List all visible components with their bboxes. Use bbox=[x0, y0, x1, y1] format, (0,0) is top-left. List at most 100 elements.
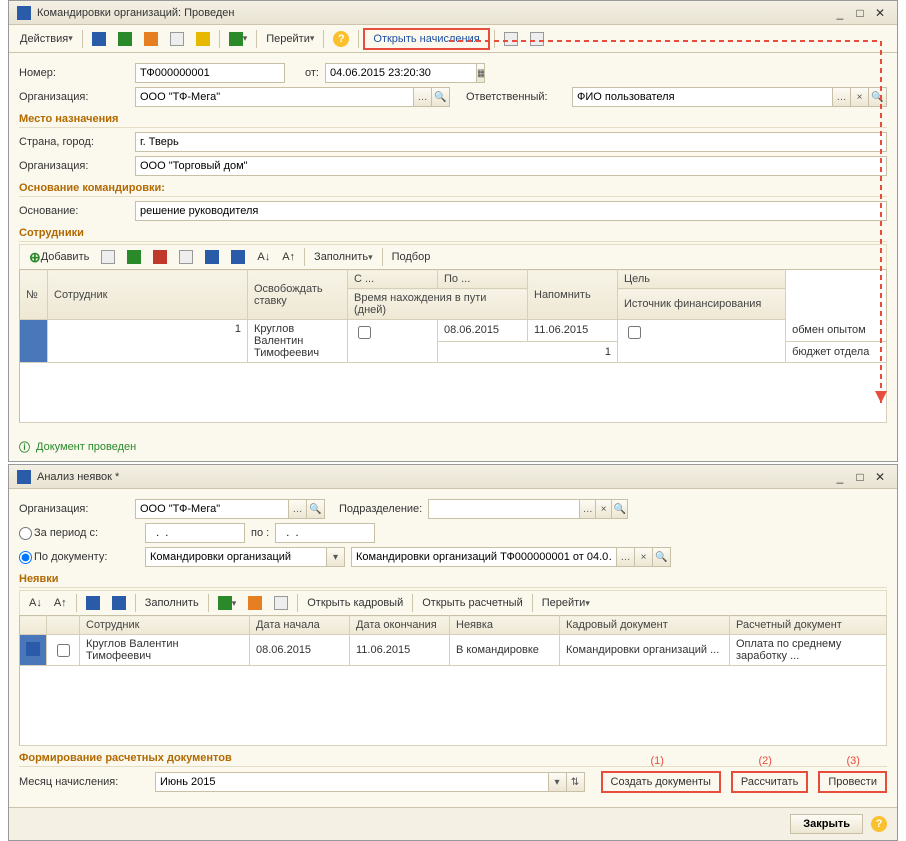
dept-clear-icon[interactable]: × bbox=[595, 500, 611, 518]
date-input[interactable] bbox=[326, 64, 476, 82]
org-ellipsis-icon-2[interactable]: … bbox=[288, 500, 306, 518]
abs-cell-from: 08.06.2015 bbox=[250, 635, 350, 666]
number-input[interactable] bbox=[136, 64, 285, 82]
period-from-input[interactable] bbox=[146, 524, 245, 542]
abs-icon-4[interactable] bbox=[243, 594, 267, 612]
toolbar-icon-6[interactable] bbox=[224, 29, 253, 49]
toolbar-icon-5[interactable] bbox=[191, 29, 215, 49]
col-goal: Цель bbox=[618, 270, 786, 289]
toolbar-icon-8[interactable] bbox=[525, 29, 549, 49]
recalc-button[interactable]: Рассчитать bbox=[731, 771, 808, 793]
org-search-icon-2[interactable]: 🔍 bbox=[306, 500, 324, 518]
create-docs-button[interactable]: Создать документы bbox=[601, 771, 721, 793]
month-dropdown-icon[interactable]: ▾ bbox=[548, 773, 566, 791]
dept-search-icon[interactable]: 🔍 bbox=[611, 500, 627, 518]
minimize-button-2[interactable]: _ bbox=[831, 469, 849, 485]
doc-type-dropdown-icon[interactable]: ▾ bbox=[326, 548, 344, 566]
month-input[interactable] bbox=[156, 773, 548, 791]
minimize-button[interactable]: _ bbox=[831, 5, 849, 21]
bydoc-radio-label: По документу: bbox=[34, 551, 107, 563]
maximize-button[interactable]: □ bbox=[851, 5, 869, 21]
absences-grid[interactable]: Сотрудник Дата начала Дата окончания Нея… bbox=[19, 615, 887, 746]
toolbar-icon-7[interactable] bbox=[499, 29, 523, 49]
grid-icon-6[interactable] bbox=[226, 248, 250, 266]
close-button[interactable]: ✕ bbox=[871, 5, 889, 21]
period-to-input[interactable] bbox=[276, 524, 375, 542]
city-input[interactable] bbox=[136, 133, 886, 151]
col-release: Освобождать ставку bbox=[248, 270, 348, 320]
destination-section-title: Место назначения bbox=[19, 113, 887, 128]
grid-icon-5[interactable] bbox=[200, 248, 224, 266]
date-picker-icon[interactable]: ▦ bbox=[476, 64, 485, 82]
grid-icon-2[interactable] bbox=[122, 248, 146, 266]
release-checkbox[interactable] bbox=[358, 326, 371, 339]
maximize-button-2[interactable]: □ bbox=[851, 469, 869, 485]
period-radio[interactable] bbox=[19, 527, 32, 540]
doc-ref-clear-icon[interactable]: × bbox=[634, 548, 652, 566]
open-pay-button[interactable]: Открыть расчетный bbox=[417, 594, 528, 612]
help-icon-2[interactable]: ? bbox=[871, 816, 887, 832]
month-label: Месяц начисления: bbox=[19, 776, 149, 788]
toolbar-icon-2[interactable] bbox=[113, 29, 137, 49]
abs-table-row[interactable]: Круглов Валентин Тимофеевич 08.06.2015 1… bbox=[20, 635, 887, 666]
resp-clear-icon[interactable]: × bbox=[850, 88, 868, 106]
month-spin-icon[interactable]: ⇅ bbox=[566, 773, 584, 791]
dest-org-input[interactable] bbox=[136, 157, 886, 175]
abs-icon-3[interactable] bbox=[213, 594, 242, 612]
abs-filter-icon-1[interactable] bbox=[81, 594, 105, 612]
org-search-icon[interactable]: 🔍 bbox=[431, 88, 449, 106]
org-input[interactable] bbox=[136, 88, 413, 106]
abs-cell-emp: Круглов Валентин Тимофеевич bbox=[80, 635, 250, 666]
toolbar-icon-4[interactable] bbox=[165, 29, 189, 49]
abs-row-checkbox[interactable] bbox=[57, 644, 70, 657]
grid-sort-up-icon[interactable]: A↓ bbox=[252, 248, 275, 266]
annotation-3: (3) bbox=[847, 755, 860, 767]
abs-col-from: Дата начала bbox=[250, 616, 350, 635]
titlebar-2: Анализ неявок * _ □ ✕ bbox=[9, 465, 897, 489]
dept-ellipsis-icon[interactable]: … bbox=[579, 500, 595, 518]
add-button[interactable]: ⊕Добавить bbox=[24, 248, 94, 266]
dept-input[interactable] bbox=[429, 500, 579, 518]
employees-section-title: Сотрудники bbox=[19, 227, 887, 242]
bydoc-radio[interactable] bbox=[19, 551, 32, 564]
abs-goto-menu[interactable]: Перейти bbox=[537, 594, 595, 612]
abs-sort-icon-2[interactable]: A↑ bbox=[49, 594, 72, 612]
table-row[interactable]: 1 Круглов Валентин Тимофеевич 08.06.2015… bbox=[20, 320, 887, 342]
resp-input[interactable] bbox=[573, 88, 832, 106]
help-icon[interactable]: ? bbox=[328, 29, 354, 49]
city-label: Страна, город: bbox=[19, 136, 129, 148]
doc-type-input[interactable] bbox=[146, 548, 326, 566]
close-window-button[interactable]: Закрыть bbox=[790, 814, 863, 834]
abs-icon-5[interactable] bbox=[269, 594, 293, 612]
grid-icon-3[interactable] bbox=[148, 248, 172, 266]
remind-checkbox[interactable] bbox=[628, 326, 641, 339]
doc-ref-search-icon[interactable]: 🔍 bbox=[652, 548, 670, 566]
close-button-2[interactable]: ✕ bbox=[871, 469, 889, 485]
doc-ref-ellipsis-icon[interactable]: … bbox=[616, 548, 634, 566]
goto-menu[interactable]: Перейти bbox=[261, 29, 319, 49]
toolbar-icon-3[interactable] bbox=[139, 29, 163, 49]
basis-input[interactable] bbox=[136, 202, 886, 220]
annotation-1: (1) bbox=[651, 755, 664, 767]
abs-sort-icon-1[interactable]: A↓ bbox=[24, 594, 47, 612]
grid-icon-1[interactable] bbox=[96, 248, 120, 266]
abs-fill-button[interactable]: Заполнить bbox=[140, 594, 204, 612]
toolbar-icon-1[interactable] bbox=[87, 29, 111, 49]
open-calc-button[interactable]: Открыть начисления bbox=[363, 28, 489, 50]
grid-sort-down-icon[interactable]: A↑ bbox=[277, 248, 300, 266]
org-ellipsis-icon[interactable]: … bbox=[413, 88, 431, 106]
pick-button[interactable]: Подбор bbox=[387, 248, 436, 266]
fill-button[interactable]: Заполнить bbox=[309, 248, 378, 266]
actions-menu[interactable]: Действия bbox=[15, 29, 78, 49]
date-label: от: bbox=[291, 67, 319, 79]
resp-ellipsis-icon[interactable]: … bbox=[832, 88, 850, 106]
abs-filter-icon-2[interactable] bbox=[107, 594, 131, 612]
post-button[interactable]: Провести bbox=[818, 771, 887, 793]
col-to: По ... bbox=[438, 270, 528, 289]
resp-search-icon[interactable]: 🔍 bbox=[868, 88, 886, 106]
org-input-2[interactable] bbox=[136, 500, 288, 518]
grid-icon-4[interactable] bbox=[174, 248, 198, 266]
open-hr-button[interactable]: Открыть кадровый bbox=[302, 594, 408, 612]
doc-ref-input[interactable] bbox=[352, 548, 616, 566]
employees-grid[interactable]: № Сотрудник Освобождать ставку С ... По … bbox=[19, 269, 887, 423]
